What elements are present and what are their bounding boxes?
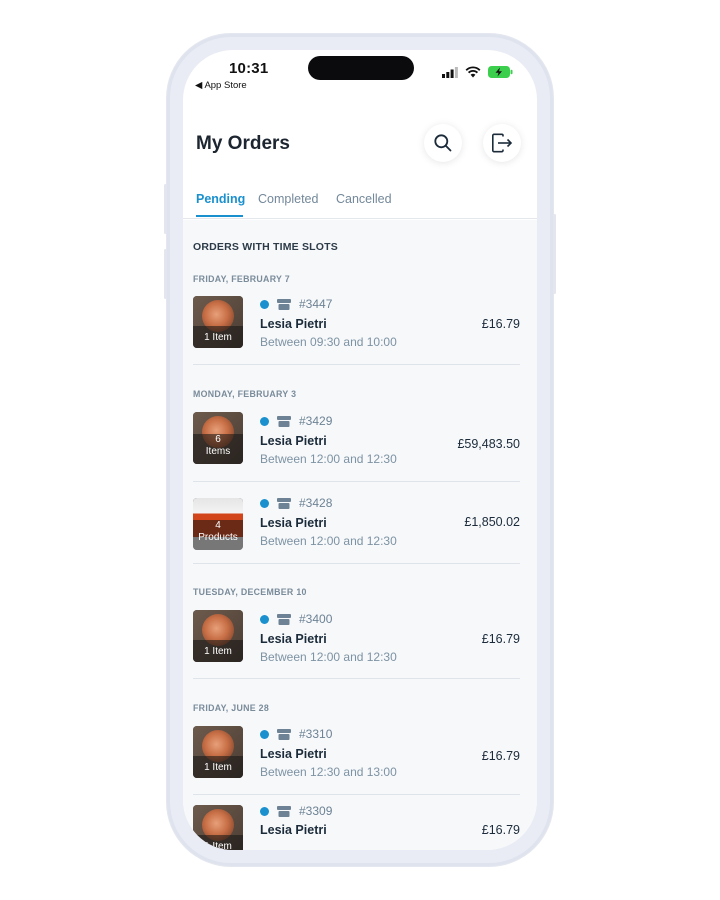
customer-name: Lesia Pietri (260, 434, 327, 448)
order-row[interactable]: 1 Item #3447 Lesia Pietri Between 09:30 … (193, 290, 520, 365)
item-count-unit: Items (205, 446, 231, 457)
order-price: £16.79 (481, 823, 520, 837)
phone-side-button (164, 249, 167, 299)
store-icon (277, 805, 291, 817)
order-meta: #3400 (260, 612, 332, 626)
item-count-unit: Products (198, 532, 238, 543)
back-link-label: App Store (204, 80, 247, 91)
order-thumbnail: 6 Items (193, 412, 243, 464)
order-meta: #3309 (260, 804, 332, 818)
time-slot: Between 12:00 and 12:30 (260, 650, 397, 664)
order-status-tabs: Pending Completed Cancelled (183, 190, 537, 219)
order-meta: #3429 (260, 414, 332, 428)
customer-name: Lesia Pietri (260, 317, 327, 331)
phone-power-button (553, 214, 556, 294)
store-icon (277, 415, 291, 427)
order-row[interactable]: 4 Products #3428 Lesia Pietri Between 12… (193, 482, 520, 564)
orders-list: ORDERS WITH TIME SLOTS FRIDAY, FEBRUARY … (183, 220, 537, 850)
store-icon (277, 728, 291, 740)
customer-name: Lesia Pietri (260, 823, 327, 837)
active-tab-indicator (196, 215, 243, 217)
status-dot (260, 299, 269, 309)
status-dot (260, 498, 269, 508)
order-thumbnail: 1 Item (193, 726, 243, 778)
time-slot: Between 09:30 and 10:00 (260, 335, 397, 349)
dynamic-island (308, 56, 414, 80)
order-id: #3429 (299, 414, 333, 428)
order-thumbnail: 1 Item (193, 296, 243, 348)
page-title: My Orders (196, 133, 290, 154)
order-price: £16.79 (481, 317, 520, 331)
item-count-label: 1 Item (204, 332, 232, 343)
item-count-label: 6 Items (193, 434, 243, 458)
status-dot (260, 806, 269, 816)
section-title: ORDERS WITH TIME SLOTS (193, 241, 338, 253)
logout-icon (492, 133, 513, 153)
customer-name: Lesia Pietri (260, 632, 327, 646)
phone-frame: 10:31 ◀ App Store My Orders Pending Comp… (164, 34, 556, 866)
status-dot (260, 416, 269, 426)
phone-side-button (164, 184, 167, 234)
item-count-number: 6 (215, 434, 221, 445)
time-slot: Between 12:00 and 12:30 (260, 534, 397, 548)
order-id: #3447 (299, 297, 333, 311)
date-heading: MONDAY, FEBRUARY 3 (193, 389, 297, 399)
item-count-label: 1 Item (204, 841, 232, 850)
wifi-icon (465, 66, 481, 78)
signal-icon (442, 66, 458, 78)
back-to-app-store-link[interactable]: ◀ App Store (195, 80, 247, 91)
order-price: £16.79 (481, 749, 520, 763)
status-icons (442, 66, 513, 78)
order-row[interactable]: 1 Item #3310 Lesia Pietri Between 12:30 … (193, 720, 520, 795)
date-heading: TUESDAY, DECEMBER 10 (193, 587, 307, 597)
date-heading: FRIDAY, JUNE 28 (193, 703, 270, 713)
store-icon (277, 613, 291, 625)
order-meta: #3310 (260, 727, 332, 741)
order-price: £59,483.50 (457, 437, 520, 451)
order-row[interactable]: 6 Items #3429 Lesia Pietri Between 12:00… (193, 406, 520, 482)
status-dot (260, 614, 269, 624)
time-slot: Between 12:30 and 13:00 (260, 765, 397, 779)
customer-name: Lesia Pietri (260, 516, 327, 530)
status-time: 10:31 (229, 60, 269, 77)
order-meta: #3447 (260, 297, 332, 311)
battery-icon (488, 66, 513, 78)
order-id: #3309 (299, 804, 333, 818)
item-count-label: 1 Item (204, 762, 232, 773)
logout-button[interactable] (483, 124, 521, 162)
date-heading: FRIDAY, FEBRUARY 7 (193, 274, 290, 284)
screen: 10:31 ◀ App Store My Orders Pending Comp… (183, 50, 537, 850)
order-row[interactable]: 1 Item #3400 Lesia Pietri Between 12:00 … (193, 604, 520, 679)
tab-pending[interactable]: Pending (196, 192, 245, 206)
order-price: £16.79 (481, 632, 520, 646)
store-icon (277, 497, 291, 509)
item-count-label: 1 Item (204, 646, 232, 657)
tab-cancelled[interactable]: Cancelled (336, 192, 392, 206)
order-thumbnail: 1 Item (193, 805, 243, 850)
order-id: #3310 (299, 727, 333, 741)
status-dot (260, 729, 269, 739)
item-count-number: 4 (215, 520, 221, 531)
time-slot: Between 12:00 and 12:30 (260, 452, 397, 466)
search-button[interactable] (424, 124, 462, 162)
order-meta: #3428 (260, 496, 332, 510)
order-price: £1,850.02 (464, 515, 520, 529)
order-thumbnail: 4 Products (193, 498, 243, 550)
order-row[interactable]: 1 Item #3309 Lesia Pietri £16.79 (193, 795, 520, 850)
order-id: #3400 (299, 612, 333, 626)
order-thumbnail: 1 Item (193, 610, 243, 662)
customer-name: Lesia Pietri (260, 747, 327, 761)
tab-completed[interactable]: Completed (258, 192, 318, 206)
store-icon (277, 298, 291, 310)
back-arrow-icon: ◀ (195, 80, 203, 91)
order-id: #3428 (299, 496, 333, 510)
search-icon (434, 134, 452, 152)
item-count-label: 4 Products (193, 520, 243, 544)
